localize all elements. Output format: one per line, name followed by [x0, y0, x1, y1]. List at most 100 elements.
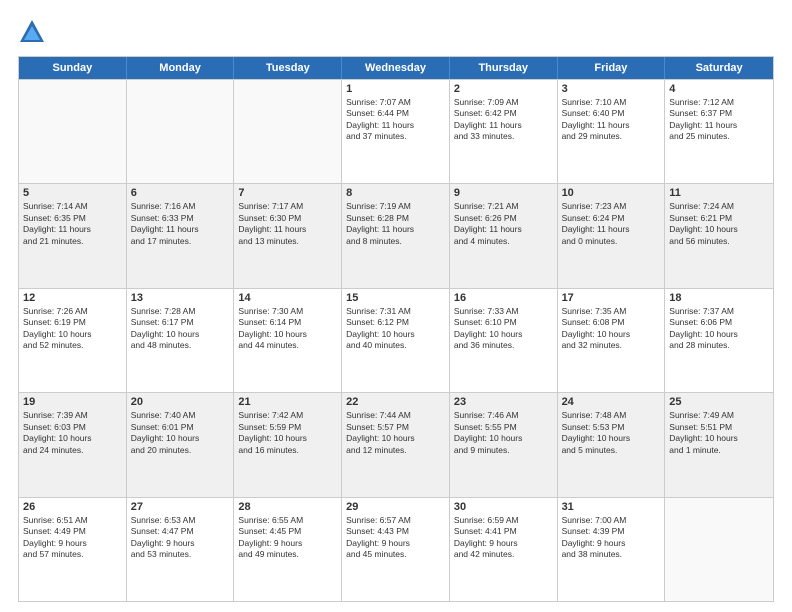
day-number: 23: [454, 396, 553, 408]
cal-cell: 2Sunrise: 7:09 AM Sunset: 6:42 PM Daylig…: [450, 80, 558, 183]
cal-cell: 14 Sunrise: 7:30 AM Sunset: 6:14 PM Dayli…: [234, 289, 342, 392]
cell-info: Sunrise: 7:31 AM Sunset: 6:12 PM Dayligh…: [346, 306, 445, 352]
cell-info: Sunrise: 7:35 AM Sunset: 6:08 PM Dayligh…: [562, 306, 661, 352]
cell-info: Sunrise: 7:28 AM Sunset: 6:17 PM Dayligh…: [131, 306, 230, 352]
day-number: 16: [454, 292, 553, 304]
cal-cell: 8 Sunrise: 7:19 AM Sunset: 6:28 PM Daylig…: [342, 184, 450, 287]
day-number: 27: [131, 501, 230, 513]
cal-cell: 13 Sunrise: 7:28 AM Sunset: 6:17 PM Dayli…: [127, 289, 235, 392]
day-number: 7: [238, 187, 337, 199]
cell-info: Sunrise: 6:59 AM Sunset: 4:41 PM Dayligh…: [454, 515, 553, 561]
cell-info: Sunrise: 7:44 AM Sunset: 5:57 PM Dayligh…: [346, 410, 445, 456]
cal-cell: 24 Sunrise: 7:48 AM Sunset: 5:53 PM Dayli…: [558, 393, 666, 496]
calendar-body: 1 Sunrise: 7:07 AM Sunset: 6:44 PM Daylig…: [19, 79, 773, 601]
cell-info: Sunrise: 7:42 AM Sunset: 5:59 PM Dayligh…: [238, 410, 337, 456]
cell-info: Sunrise: 7:10 AM Sunset: 6:40 PM Dayligh…: [562, 97, 661, 143]
cal-cell: 28 Sunrise: 6:55 AM Sunset: 4:45 PM Dayli…: [234, 498, 342, 601]
cell-info: Sunrise: 7:33 AM Sunset: 6:10 PM Dayligh…: [454, 306, 553, 352]
cal-cell: 7Sunrise: 7:17 AM Sunset: 6:30 PM Daylig…: [234, 184, 342, 287]
logo-icon: [18, 18, 46, 46]
cell-info: Sunrise: 7:49 AM Sunset: 5:51 PM Dayligh…: [669, 410, 769, 456]
page: SundayMondayTuesdayWednesdayThursdayFrid…: [0, 0, 792, 612]
day-number: 15: [346, 292, 445, 304]
cal-cell: 31 Sunrise: 7:00 AM Sunset: 4:39 PM Dayli…: [558, 498, 666, 601]
cell-info: Sunrise: 7:23 AM Sunset: 6:24 PM Dayligh…: [562, 201, 661, 247]
cal-cell: 27 Sunrise: 6:53 AM Sunset: 4:47 PM Dayli…: [127, 498, 235, 601]
cal-cell: 21Sunrise: 7:42 AM Sunset: 5:59 PM Dayli…: [234, 393, 342, 496]
day-number: 29: [346, 501, 445, 513]
cell-info: Sunrise: 7:07 AM Sunset: 6:44 PM Dayligh…: [346, 97, 445, 143]
col-header-friday: Friday: [558, 57, 666, 79]
col-header-saturday: Saturday: [665, 57, 773, 79]
cell-info: Sunrise: 6:55 AM Sunset: 4:45 PM Dayligh…: [238, 515, 337, 561]
day-number: 30: [454, 501, 553, 513]
cell-info: Sunrise: 7:21 AM Sunset: 6:26 PM Dayligh…: [454, 201, 553, 247]
cell-info: Sunrise: 7:39 AM Sunset: 6:03 PM Dayligh…: [23, 410, 122, 456]
cal-cell: 18Sunrise: 7:37 AM Sunset: 6:06 PM Dayli…: [665, 289, 773, 392]
cal-cell: 10 Sunrise: 7:23 AM Sunset: 6:24 PM Dayli…: [558, 184, 666, 287]
week-row-5: 26Sunrise: 6:51 AM Sunset: 4:49 PM Dayli…: [19, 497, 773, 601]
col-header-wednesday: Wednesday: [342, 57, 450, 79]
cell-info: Sunrise: 7:37 AM Sunset: 6:06 PM Dayligh…: [669, 306, 769, 352]
week-row-1: 1 Sunrise: 7:07 AM Sunset: 6:44 PM Daylig…: [19, 79, 773, 183]
cal-cell: 6Sunrise: 7:16 AM Sunset: 6:33 PM Daylig…: [127, 184, 235, 287]
col-header-sunday: Sunday: [19, 57, 127, 79]
cal-cell: 19 Sunrise: 7:39 AM Sunset: 6:03 PM Dayli…: [19, 393, 127, 496]
week-row-2: 5 Sunrise: 7:14 AM Sunset: 6:35 PM Daylig…: [19, 183, 773, 287]
cell-info: Sunrise: 7:48 AM Sunset: 5:53 PM Dayligh…: [562, 410, 661, 456]
cell-info: Sunrise: 7:40 AM Sunset: 6:01 PM Dayligh…: [131, 410, 230, 456]
cal-cell: 1 Sunrise: 7:07 AM Sunset: 6:44 PM Daylig…: [342, 80, 450, 183]
cal-cell: 17 Sunrise: 7:35 AM Sunset: 6:08 PM Dayli…: [558, 289, 666, 392]
day-number: 17: [562, 292, 661, 304]
cal-cell: [127, 80, 235, 183]
cal-cell: 30 Sunrise: 6:59 AM Sunset: 4:41 PM Dayli…: [450, 498, 558, 601]
cal-cell: 15 Sunrise: 7:31 AM Sunset: 6:12 PM Dayli…: [342, 289, 450, 392]
day-number: 10: [562, 187, 661, 199]
col-header-monday: Monday: [127, 57, 235, 79]
col-header-tuesday: Tuesday: [234, 57, 342, 79]
day-number: 25: [669, 396, 769, 408]
week-row-3: 12Sunrise: 7:26 AM Sunset: 6:19 PM Dayli…: [19, 288, 773, 392]
cal-cell: 11Sunrise: 7:24 AM Sunset: 6:21 PM Dayli…: [665, 184, 773, 287]
day-number: 8: [346, 187, 445, 199]
cal-cell: 29 Sunrise: 6:57 AM Sunset: 4:43 PM Dayli…: [342, 498, 450, 601]
cell-info: Sunrise: 7:12 AM Sunset: 6:37 PM Dayligh…: [669, 97, 769, 143]
cell-info: Sunrise: 7:19 AM Sunset: 6:28 PM Dayligh…: [346, 201, 445, 247]
day-number: 1: [346, 83, 445, 95]
cal-cell: 5 Sunrise: 7:14 AM Sunset: 6:35 PM Daylig…: [19, 184, 127, 287]
logo: [18, 18, 50, 46]
day-number: 14: [238, 292, 337, 304]
cell-info: Sunrise: 6:57 AM Sunset: 4:43 PM Dayligh…: [346, 515, 445, 561]
cal-cell: 9 Sunrise: 7:21 AM Sunset: 6:26 PM Daylig…: [450, 184, 558, 287]
cal-cell: [665, 498, 773, 601]
cell-info: Sunrise: 7:14 AM Sunset: 6:35 PM Dayligh…: [23, 201, 122, 247]
calendar: SundayMondayTuesdayWednesdayThursdayFrid…: [18, 56, 774, 602]
day-number: 2: [454, 83, 553, 95]
cal-cell: 4Sunrise: 7:12 AM Sunset: 6:37 PM Daylig…: [665, 80, 773, 183]
day-number: 31: [562, 501, 661, 513]
cal-cell: 16 Sunrise: 7:33 AM Sunset: 6:10 PM Dayli…: [450, 289, 558, 392]
cell-info: Sunrise: 7:16 AM Sunset: 6:33 PM Dayligh…: [131, 201, 230, 247]
day-number: 9: [454, 187, 553, 199]
day-number: 28: [238, 501, 337, 513]
cal-cell: 22Sunrise: 7:44 AM Sunset: 5:57 PM Dayli…: [342, 393, 450, 496]
day-number: 3: [562, 83, 661, 95]
day-number: 24: [562, 396, 661, 408]
cal-cell: 23 Sunrise: 7:46 AM Sunset: 5:55 PM Dayli…: [450, 393, 558, 496]
cal-cell: 12Sunrise: 7:26 AM Sunset: 6:19 PM Dayli…: [19, 289, 127, 392]
cell-info: Sunrise: 7:46 AM Sunset: 5:55 PM Dayligh…: [454, 410, 553, 456]
col-header-thursday: Thursday: [450, 57, 558, 79]
calendar-header: SundayMondayTuesdayWednesdayThursdayFrid…: [19, 57, 773, 79]
day-number: 11: [669, 187, 769, 199]
cal-cell: 26Sunrise: 6:51 AM Sunset: 4:49 PM Dayli…: [19, 498, 127, 601]
day-number: 12: [23, 292, 122, 304]
day-number: 19: [23, 396, 122, 408]
cal-cell: [234, 80, 342, 183]
day-number: 13: [131, 292, 230, 304]
day-number: 5: [23, 187, 122, 199]
cell-info: Sunrise: 7:00 AM Sunset: 4:39 PM Dayligh…: [562, 515, 661, 561]
cell-info: Sunrise: 6:51 AM Sunset: 4:49 PM Dayligh…: [23, 515, 122, 561]
cell-info: Sunrise: 6:53 AM Sunset: 4:47 PM Dayligh…: [131, 515, 230, 561]
cell-info: Sunrise: 7:30 AM Sunset: 6:14 PM Dayligh…: [238, 306, 337, 352]
cal-cell: [19, 80, 127, 183]
